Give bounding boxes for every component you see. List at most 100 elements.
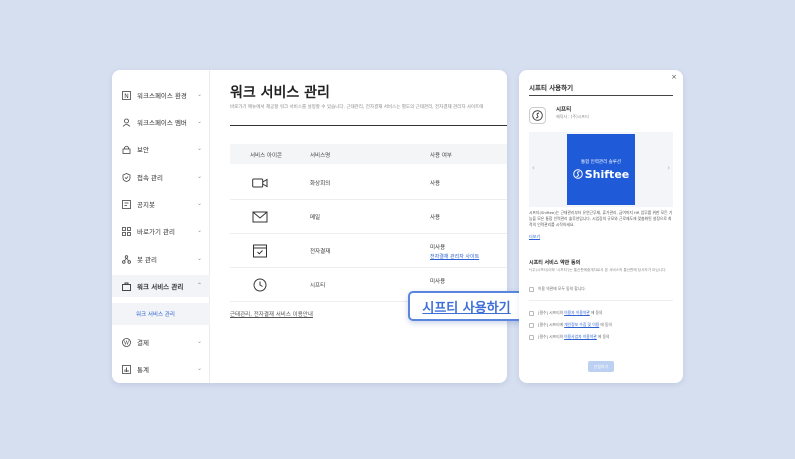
more-link[interactable]: 더보기 <box>529 234 540 240</box>
privacy-link[interactable]: 개인정보 수집 및 이용 <box>564 322 599 328</box>
chevron-left-icon[interactable]: ‹ <box>532 164 535 172</box>
chevron-down-icon: ⌄ <box>196 200 202 207</box>
terms-note: *(주)시프티(이하 '시프티')는 통신판매중개자로서 본 서비스의 통신판매… <box>529 268 667 272</box>
agree-item-checkbox[interactable]: [필수] 시프티의 이용자 이용약관 에 동의 <box>529 310 603 316</box>
checkbox[interactable] <box>529 310 534 316</box>
sidebar-item-label: 접속 관리 <box>137 174 163 182</box>
table-row: 메일 사용 <box>230 200 507 234</box>
agree-item-suffix: 에 동의 <box>600 322 612 327</box>
svg-text:N: N <box>124 93 129 100</box>
sidebar-item-label: 보안 <box>137 146 149 154</box>
sidebar-item-label: 워크 서비스 관리 <box>137 283 184 291</box>
close-icon[interactable]: × <box>671 73 677 81</box>
apply-button[interactable]: 신청하기 <box>588 361 614 372</box>
briefcase-icon <box>122 282 131 291</box>
service-name: 전자결재 <box>310 249 331 255</box>
lock-icon <box>122 145 131 154</box>
agree-item-suffix: 에 동의 <box>597 334 610 339</box>
approval-admin-link[interactable]: 전자결재 관리자 사이트 <box>430 253 479 260</box>
user-icon <box>122 118 131 127</box>
sidebar-item-workspace-env[interactable]: N 워크스페이스 환경 ⌄ <box>112 84 210 106</box>
service-description: 시프티(Shiftee)는 근태관리부터 유연근무제, 휴가관리, 급여까지 H… <box>529 210 673 227</box>
chevron-right-icon[interactable]: › <box>667 164 670 172</box>
agree-item-prefix: [필수] 시프티의 <box>538 310 564 315</box>
video-icon <box>252 176 268 190</box>
banner-carousel: ‹ 통합 인력관리 솔루션 Shiftee › <box>529 132 673 207</box>
column-header: 사용 여부 <box>430 153 452 159</box>
shiftee-banner: 통합 인력관리 솔루션 Shiftee <box>567 134 635 205</box>
agree-all-checkbox[interactable]: 이용 약관에 모두 동의 합니다. <box>529 286 586 292</box>
service-name: 시프티 <box>556 107 572 113</box>
workspace-icon: N <box>122 90 131 100</box>
sidebar-item-label: 봇 관리 <box>137 256 158 264</box>
service-guide-link[interactable]: 근태관리, 전자결재 서비스 이용안내 <box>230 310 313 318</box>
chevron-up-icon: ⌃ <box>196 282 202 289</box>
agree-item-checkbox[interactable]: [필수] 시프티의 이용사업자 이용약관 에 동의 <box>529 334 609 340</box>
service-status: 사용 <box>430 215 441 221</box>
shiftee-brand-icon <box>572 169 583 179</box>
chevron-down-icon: ⌄ <box>196 227 202 234</box>
column-header: 서비스명 <box>310 153 331 159</box>
panel-title: 시프티 사용하기 <box>529 84 574 92</box>
table-row: 화상회의 사용 <box>230 166 507 200</box>
sidebar-item-notice-bot[interactable]: 공지봇 ⌄ <box>112 193 210 215</box>
won-icon: W <box>122 337 131 347</box>
service-status: 미사용 <box>430 279 446 285</box>
service-status: 사용 <box>430 181 441 187</box>
agree-item-checkbox[interactable]: [필수] 시프티에 개인정보 수집 및 이용 에 동의 <box>529 322 612 328</box>
clock-icon <box>252 278 268 292</box>
title-divider <box>230 125 507 126</box>
sidebar-item-access[interactable]: 접속 관리 ⌄ <box>112 166 210 188</box>
column-header: 서비스 아이콘 <box>250 153 283 159</box>
notice-icon <box>122 199 131 209</box>
sidebar-item-bots[interactable]: 봇 관리 ⌄ <box>112 248 210 270</box>
sidebar-item-label: 워크스페이스 멤버 <box>137 119 187 127</box>
use-shiftee-callout-button[interactable]: 시프티 사용하기 <box>408 291 525 321</box>
sidebar-item-security[interactable]: 보안 ⌄ <box>112 138 210 160</box>
sidebar-item-label: 바로가기 관리 <box>137 228 175 236</box>
page-title: 워크 서비스 관리 <box>230 85 330 101</box>
chevron-down-icon: ⌄ <box>196 255 202 262</box>
checkbox[interactable] <box>529 334 534 340</box>
mail-icon <box>252 210 268 224</box>
banner-subtitle: 통합 인력관리 솔루션 <box>580 159 622 165</box>
agree-item-suffix: 에 동의 <box>590 310 603 315</box>
panel-divider <box>529 95 673 96</box>
admin-window: N 워크스페이스 환경 ⌄ 워크스페이스 멤버 ⌄ 보안 ⌄ 접속 관리 ⌄ 공… <box>112 70 507 383</box>
terms-divider <box>529 300 673 301</box>
service-name: 시프티 <box>310 283 326 289</box>
service-name: 메일 <box>310 215 321 221</box>
terms-title: 시프티 서비스 약관 동의 <box>529 260 581 266</box>
terms-link[interactable]: 이용자 이용약관 <box>564 310 590 316</box>
chevron-down-icon: ⌄ <box>196 118 202 125</box>
grid-icon <box>122 226 131 236</box>
shiftee-panel: × 시프티 사용하기 시프티 제작사 : (주)시프티 ‹ 통합 인력관리 솔루… <box>519 70 683 383</box>
chevron-down-icon: ⌄ <box>196 173 202 180</box>
table-row: 전자결재 미사용 전자결재 관리자 사이트 <box>230 234 507 268</box>
checkbox[interactable] <box>529 322 534 328</box>
sidebar-item-statistics[interactable]: 통계 ⌄ <box>112 358 210 380</box>
sidebar-item-work-services[interactable]: 워크 서비스 관리 ⌃ <box>112 275 210 297</box>
sidebar-item-billing[interactable]: W 결제 ⌄ <box>112 331 210 353</box>
approval-icon <box>252 244 268 258</box>
chevron-down-icon: ⌄ <box>196 145 202 152</box>
chart-icon <box>122 364 131 374</box>
svg-text:W: W <box>124 340 129 346</box>
sidebar-item-shortcuts[interactable]: 바로가기 관리 ⌄ <box>112 220 210 242</box>
shield-icon <box>122 172 131 182</box>
service-maker: 제작사 : (주)시프티 <box>556 114 589 119</box>
chevron-down-icon: ⌄ <box>196 91 202 98</box>
banner-brand: Shiftee <box>572 168 629 181</box>
sidebar-item-label: 워크스페이스 환경 <box>137 92 187 100</box>
page-description: 바로가기 메뉴에서 제공할 워크 서비스를 설정할 수 있습니다. 근태관리, … <box>230 105 484 110</box>
sidebar-item-label: 결제 <box>137 339 149 347</box>
chevron-down-icon: ⌄ <box>196 338 202 345</box>
sidebar-item-workspace-members[interactable]: 워크스페이스 멤버 ⌄ <box>112 111 210 133</box>
bot-icon <box>122 254 131 264</box>
sidebar-item-label: 공지봇 <box>137 201 155 209</box>
sidebar-subitem-work-service-management[interactable]: 워크 서비스 관리 <box>112 303 210 325</box>
business-terms-link[interactable]: 이용사업자 이용약관 <box>564 334 597 340</box>
agree-item-prefix: [필수] 시프티의 <box>538 334 564 339</box>
chevron-down-icon: ⌄ <box>196 365 202 372</box>
checkbox[interactable] <box>529 286 534 292</box>
